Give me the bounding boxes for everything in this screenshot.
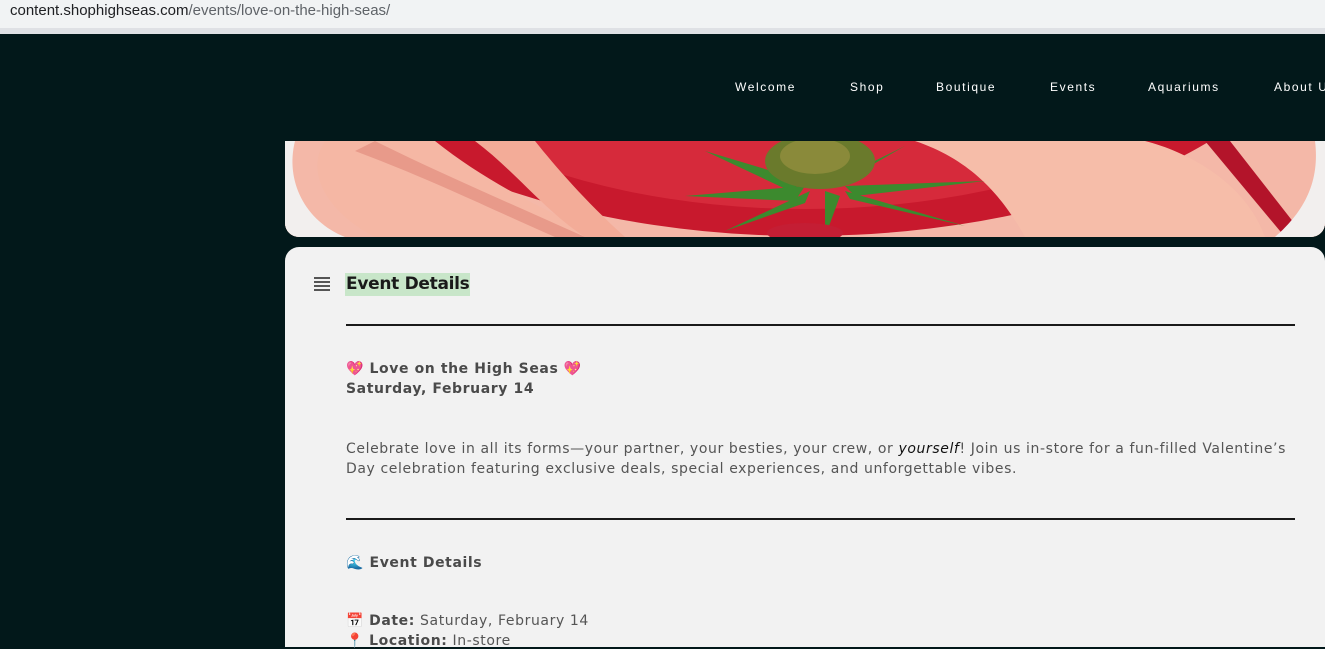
date-row: 📅 Date: Saturday, February 14	[346, 613, 589, 629]
left-sidebar-background	[0, 141, 285, 639]
location-row: 📍 Location: In-store	[346, 633, 511, 649]
url-host: content.shophighseas.com	[10, 2, 189, 19]
heart-icon: 💖	[563, 361, 582, 377]
location-label: Location:	[369, 633, 448, 649]
heart-icon: 💖	[346, 361, 365, 377]
browser-address-bar[interactable]: content.shophighseas.com/events/love-on-…	[0, 0, 1325, 34]
section-heading: 🌊 Event Details	[346, 555, 482, 571]
url-text[interactable]: content.shophighseas.com/events/love-on-…	[10, 2, 390, 19]
url-path: /events/love-on-the-high-seas/	[188, 2, 391, 19]
date-value: Saturday, February 14	[420, 613, 589, 629]
event-details-card: Event Details 💖 Love on the High Seas 💖 …	[285, 247, 1325, 649]
event-hero-image	[285, 141, 1325, 237]
event-description: Celebrate love in all its forms—your par…	[346, 439, 1306, 479]
location-value: In-store	[452, 633, 511, 649]
nav-welcome[interactable]: Welcome	[735, 80, 796, 94]
divider	[346, 518, 1295, 520]
nav-events[interactable]: Events	[1050, 80, 1096, 94]
list-icon[interactable]	[314, 277, 330, 293]
desc-emphasis: yourself	[898, 441, 960, 457]
event-name-line: 💖 Love on the High Seas 💖	[346, 361, 582, 377]
desc-part-1: Celebrate love in all its forms—your par…	[346, 441, 899, 457]
calendar-icon: 📅	[346, 613, 365, 629]
event-date-line: Saturday, February 14	[346, 381, 535, 397]
wave-icon: 🌊	[346, 555, 365, 571]
event-name: Love on the High Seas	[369, 361, 559, 377]
nav-boutique[interactable]: Boutique	[936, 80, 996, 94]
nav-shop[interactable]: Shop	[850, 80, 884, 94]
date-label: Date:	[369, 613, 415, 629]
nav-aquariums[interactable]: Aquariums	[1148, 80, 1220, 94]
card-title: Event Details	[345, 273, 471, 296]
site-header: Welcome Shop Boutique Events Aquariums A…	[0, 34, 1325, 141]
hero-illustration	[285, 141, 1325, 237]
section-title: Event Details	[369, 555, 483, 571]
divider	[346, 324, 1295, 326]
nav-about[interactable]: About U	[1274, 80, 1325, 94]
pin-icon: 📍	[346, 633, 365, 649]
